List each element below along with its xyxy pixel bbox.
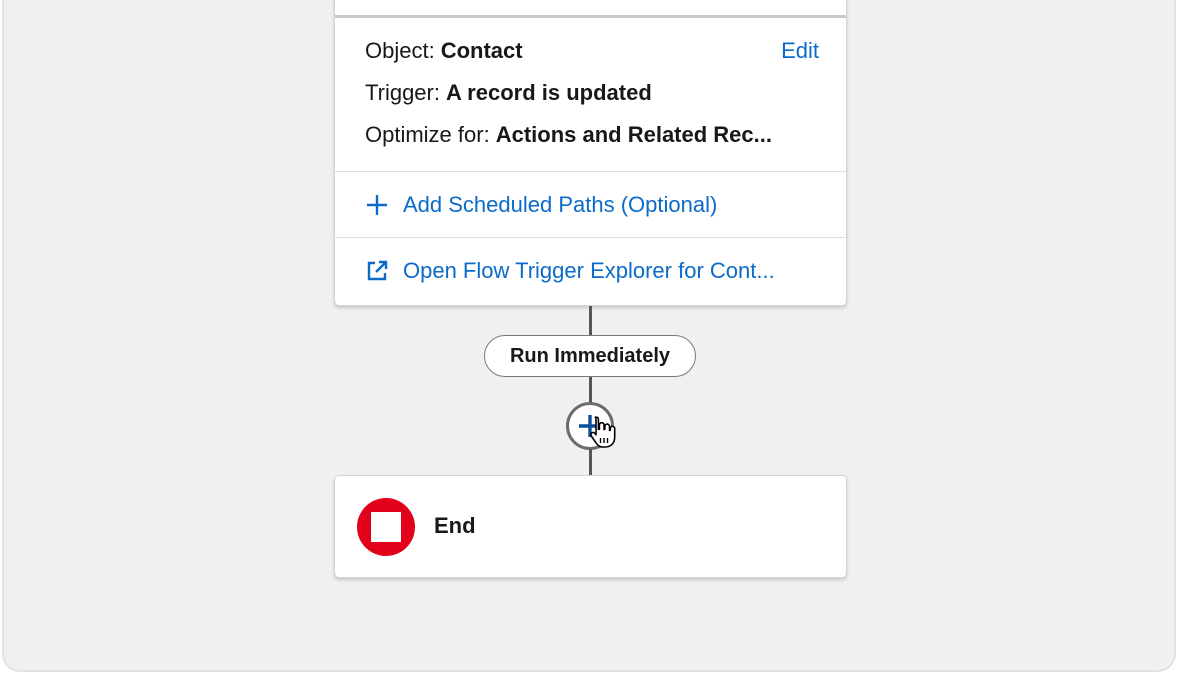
open-flow-trigger-explorer-label: Open Flow Trigger Explorer for Cont...	[403, 258, 775, 283]
divider	[335, 237, 846, 238]
external-link-icon	[365, 259, 389, 283]
add-scheduled-paths-button[interactable]: Add Scheduled Paths (Optional)	[365, 192, 717, 218]
stop-icon	[357, 498, 415, 556]
trigger-row: Trigger: A record is updated	[365, 80, 652, 106]
flow-canvas: Object: Contact Edit Trigger: A record is …	[2, 0, 1176, 672]
start-card-header	[335, 0, 846, 18]
optimize-label: Optimize for:	[365, 122, 490, 147]
add-scheduled-paths-label: Add Scheduled Paths (Optional)	[403, 192, 718, 217]
optimize-row: Optimize for: Actions and Related Rec...	[365, 122, 772, 148]
object-value: Contact	[440, 38, 523, 63]
trigger-label: Trigger:	[365, 80, 440, 105]
divider	[335, 171, 846, 172]
run-immediately-path-label: Run Immediately	[484, 335, 696, 377]
object-label: Object:	[365, 38, 435, 63]
end-element-card[interactable]: End	[334, 475, 847, 578]
connector-line	[589, 306, 592, 336]
connector-line	[589, 377, 592, 403]
edit-button[interactable]: Edit	[781, 38, 819, 64]
trigger-value: A record is updated	[445, 80, 652, 105]
plus-icon	[365, 193, 389, 217]
end-label: End	[434, 513, 476, 538]
start-element-card[interactable]: Object: Contact Edit Trigger: A record is …	[334, 0, 847, 306]
optimize-value: Actions and Related Rec...	[495, 122, 772, 147]
path-label-text: Run Immediately	[509, 344, 671, 367]
open-flow-trigger-explorer-link[interactable]: Open Flow Trigger Explorer for Cont...	[365, 258, 775, 284]
hand-pointer-icon	[590, 416, 616, 448]
object-row: Object: Contact	[365, 38, 523, 64]
connector-line	[589, 449, 592, 476]
